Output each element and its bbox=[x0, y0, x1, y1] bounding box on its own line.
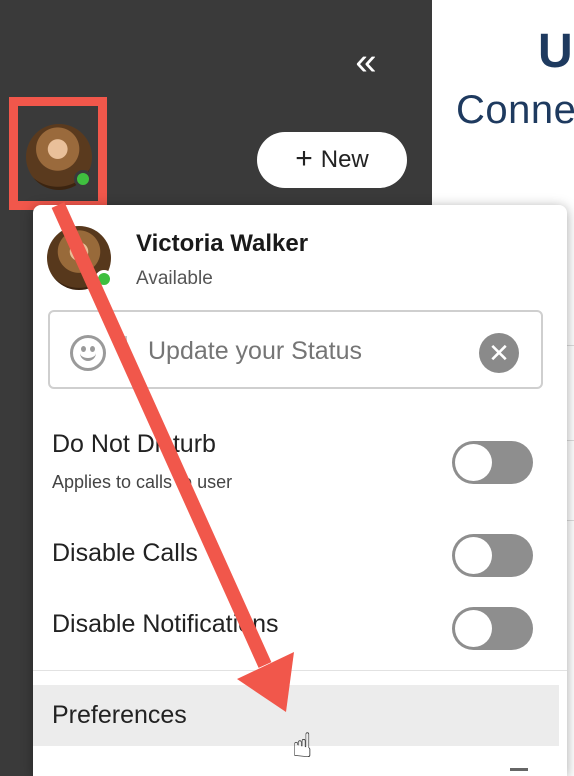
option-label-disable-notifications: Disable Notifications bbox=[52, 610, 279, 638]
text-caret bbox=[124, 336, 127, 368]
user-name: Victoria Walker bbox=[136, 230, 309, 257]
presence-indicator bbox=[95, 270, 113, 288]
preferences-label: Preferences bbox=[52, 701, 187, 729]
smiley-icon[interactable] bbox=[70, 335, 106, 371]
brand-name: Conne bbox=[456, 88, 574, 132]
clear-status-icon[interactable]: ✕ bbox=[479, 333, 519, 373]
toggle-knob bbox=[455, 610, 492, 647]
toggle-knob bbox=[455, 444, 492, 481]
new-button[interactable]: + New bbox=[257, 132, 407, 188]
user-status: Available bbox=[136, 268, 213, 289]
collapse-sidebar-icon[interactable]: « bbox=[346, 43, 386, 84]
toggle-disable-notifications[interactable] bbox=[452, 607, 533, 650]
brand-logo: U bbox=[538, 25, 573, 78]
presence-indicator bbox=[74, 170, 92, 188]
option-label-do-not-disturb: Do Not Disturb bbox=[52, 430, 216, 458]
user-avatar-button[interactable] bbox=[26, 124, 92, 190]
toggle-disable-calls[interactable] bbox=[452, 534, 533, 577]
new-button-label: New bbox=[320, 146, 369, 173]
profile-avatar bbox=[47, 226, 113, 290]
option-sublabel-do-not-disturb: Applies to calls to user bbox=[52, 472, 233, 492]
profile-menu: Victoria Walker Available ✕ Do Not Distu… bbox=[33, 205, 567, 776]
hand-pointer-icon: ☝ bbox=[292, 727, 313, 765]
plus-icon: + bbox=[295, 141, 313, 175]
more-icon bbox=[510, 768, 528, 776]
menu-divider bbox=[33, 670, 567, 671]
status-input[interactable] bbox=[148, 337, 448, 366]
toggle-knob bbox=[455, 537, 492, 574]
status-field[interactable]: ✕ bbox=[48, 310, 543, 389]
option-label-disable-calls: Disable Calls bbox=[52, 539, 198, 567]
toggle-do-not-disturb[interactable] bbox=[452, 441, 533, 484]
